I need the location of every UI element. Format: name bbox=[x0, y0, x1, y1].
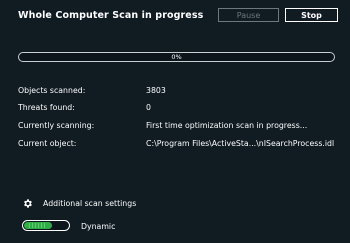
currently-scanning-value: First time optimization scan in progress… bbox=[146, 121, 308, 130]
stop-button[interactable]: Stop bbox=[285, 8, 338, 22]
scan-progress-bar: 0% bbox=[18, 52, 335, 62]
toggle-fill bbox=[24, 222, 52, 229]
threats-found-row: Threats found: 0 bbox=[18, 103, 348, 115]
objects-scanned-row: Objects scanned: 3803 bbox=[18, 86, 348, 98]
currently-scanning-row: Currently scanning: First time optimizat… bbox=[18, 121, 348, 133]
objects-scanned-label: Objects scanned: bbox=[18, 86, 86, 95]
additional-scan-settings-link[interactable]: Additional scan settings bbox=[22, 197, 136, 209]
pause-button[interactable]: Pause bbox=[218, 8, 279, 22]
threats-found-value: 0 bbox=[146, 103, 151, 112]
additional-scan-settings-label: Additional scan settings bbox=[43, 198, 137, 208]
dynamic-mode-label: Dynamic bbox=[81, 222, 116, 231]
dynamic-mode-toggle[interactable] bbox=[22, 220, 70, 231]
progress-percent: 0% bbox=[171, 53, 182, 61]
page-title: Whole Computer Scan in progress bbox=[18, 10, 204, 21]
current-object-row: Current object: C:\Program Files\ActiveS… bbox=[18, 139, 348, 151]
currently-scanning-label: Currently scanning: bbox=[18, 121, 95, 130]
threats-found-label: Threats found: bbox=[18, 103, 75, 112]
objects-scanned-value: 3803 bbox=[146, 86, 166, 95]
current-object-value: C:\Program Files\ActiveSta...\nISearchPr… bbox=[146, 139, 335, 148]
gear-icon bbox=[22, 198, 33, 209]
current-object-label: Current object: bbox=[18, 139, 77, 148]
